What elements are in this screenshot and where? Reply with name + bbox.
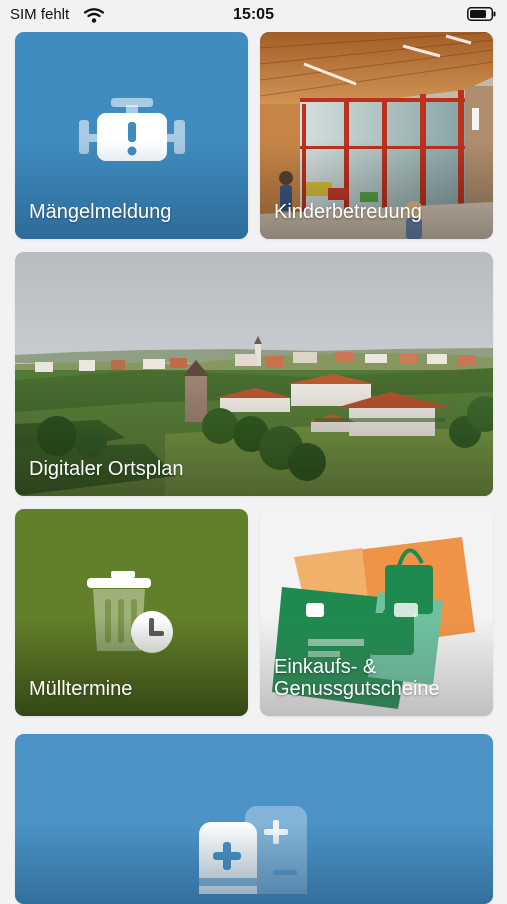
tile-maengelmeldung[interactable]: Mängelmeldung <box>15 32 248 239</box>
status-time: 15:05 <box>233 6 274 23</box>
carrier-label: SIM fehlt <box>10 6 70 23</box>
tile-kinderbetreuung[interactable]: Kinderbetreuung <box>260 32 493 239</box>
tile-digitaler-ortsplan[interactable]: Digitaler Ortsplan <box>15 252 493 496</box>
tile-gutscheine[interactable]: Einkaufs- & Genussgutscheine <box>260 509 493 716</box>
tile-gesundheit[interactable] <box>15 734 493 904</box>
tile-label: Digitaler Ortsplan <box>29 458 184 481</box>
battery-icon <box>467 7 496 21</box>
wifi-icon <box>84 8 104 23</box>
tile-muelltermine[interactable]: Mülltermine <box>15 509 248 716</box>
tile-label: Mängelmeldung <box>29 201 172 224</box>
tile-label: Einkaufs- & Genussgutscheine <box>274 655 440 701</box>
tile-label: Kinderbetreuung <box>274 201 422 224</box>
status-bar: SIM fehlt 15:05 <box>0 0 507 30</box>
tile-label: Mülltermine <box>29 678 133 701</box>
